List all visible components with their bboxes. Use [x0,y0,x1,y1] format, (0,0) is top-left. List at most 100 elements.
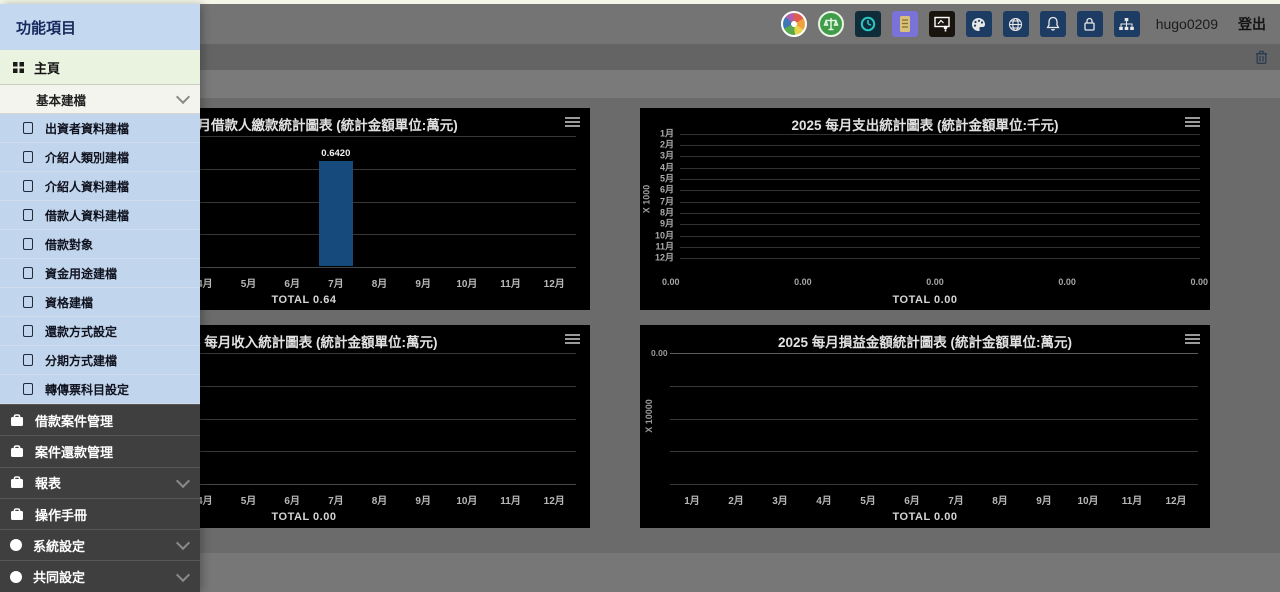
chart-plot: 1月2月3月4月5月6月7月8月9月10月11月12月 [648,128,1202,264]
chart-panel-profit: 2025 每月損益金額統計圖表 (統計金額單位:萬元) 0.00 X 10000… [640,325,1210,528]
checkbox-icon [23,180,33,192]
category-row: 1月 [648,128,1202,139]
x-tick-label: 6月 [890,492,934,507]
globe-icon[interactable] [1003,11,1029,37]
x-tick-label: 0.00 [662,277,680,287]
chart-plot [670,353,1198,484]
briefcase-icon [10,476,24,489]
category-row: 11月 [648,241,1202,252]
gridline [680,156,1200,157]
sidebar-item-8[interactable]: 資格建檔 [0,288,200,317]
y-tick-label: 1月 [648,129,674,138]
chart-menu-icon[interactable] [565,334,580,346]
chart-total: TOTAL 0.00 [640,511,1210,523]
whiteboard-icon[interactable] [929,11,955,37]
chevron-down-icon [176,90,190,104]
gridline [680,236,1200,237]
sidebar-item-9[interactable]: 還款方式設定 [0,317,200,346]
x-tick-label: 8月 [978,492,1022,507]
gridline [670,451,1198,452]
balance-icon[interactable] [818,11,844,37]
category-row: 9月 [648,219,1202,230]
x-tick-label: 9月 [401,492,445,507]
sidebar-item-7[interactable]: 資金用途建檔 [0,259,200,288]
sidebar-item-0[interactable]: 主頁 [0,50,200,85]
x-tick-label: 0.00 [1058,277,1076,287]
x-tick-label: 0.00 [1190,277,1208,287]
circle-icon [10,571,22,583]
sidebar-item-5[interactable]: 借款人資料建檔 [0,201,200,230]
x-tick-label: 7月 [934,492,978,507]
chart-y-tick: 0.00 [651,348,668,358]
x-tick-label: 1月 [670,492,714,507]
sitemap-icon[interactable] [1114,11,1140,37]
briefcase-icon [10,508,24,521]
sidebar-item-17[interactable]: 共同設定 [0,560,200,591]
clock-icon[interactable] [855,11,881,37]
sidebar-item-1[interactable]: 基本建檔 [0,85,200,114]
y-tick-label: 7月 [648,197,674,206]
category-row: 5月 [648,173,1202,184]
x-tick-label: 9月 [401,275,445,290]
sidebar-item-label: 介紹人類別建檔 [45,149,129,166]
sidebar-item-4[interactable]: 介紹人資料建檔 [0,172,200,201]
sidebar-item-13[interactable]: 案件還款管理 [0,435,200,466]
checkbox-icon [23,122,33,134]
chart-menu-icon[interactable] [1185,334,1200,346]
x-tick-label: 5月 [227,275,271,290]
y-tick-label: 9月 [648,220,674,229]
category-row: 6月 [648,185,1202,196]
x-tick-label: 5月 [846,492,890,507]
sidebar-item-label: 轉傳票科目設定 [45,381,129,398]
briefcase-icon [10,445,24,458]
x-tick-label: 0.00 [926,277,944,287]
palette-icon[interactable] [966,11,992,37]
username-label: hugo0209 [1156,16,1218,32]
grid-icon [13,62,24,73]
logout-button[interactable]: 登出 [1238,14,1266,34]
x-tick-label: 12月 [532,492,576,507]
sidebar-item-label: 資格建檔 [45,294,93,311]
sidebar-item-label: 基本建檔 [36,90,86,109]
x-tick-label: 2月 [714,492,758,507]
sidebar-item-label: 主頁 [34,58,60,77]
x-tick-label: 9月 [1022,492,1066,507]
bell-icon[interactable] [1040,11,1066,37]
y-tick-label: 4月 [648,163,674,172]
sidebar-item-10[interactable]: 分期方式建檔 [0,346,200,375]
gridline [670,386,1198,387]
brand-logo-icon[interactable] [781,11,807,37]
chevron-down-icon [176,474,190,488]
x-tick-label: 12月 [1154,492,1198,507]
checkbox-icon [23,296,33,308]
sidebar-item-11[interactable]: 轉傳票科目設定 [0,375,200,404]
sidebar-item-3[interactable]: 介紹人類別建檔 [0,143,200,172]
sidebar-item-14[interactable]: 報表 [0,467,200,498]
x-tick-label: 11月 [1110,492,1154,507]
scroll-icon[interactable] [892,11,918,37]
sidebar-item-6[interactable]: 借款對象 [0,230,200,259]
topbar-icons [781,11,1140,37]
gridline [670,419,1198,420]
sidebar-item-12[interactable]: 借款案件管理 [0,404,200,435]
y-tick-label: 11月 [648,242,674,251]
chart-categories: 1月2月3月4月5月6月7月8月9月10月11月12月 [670,492,1198,507]
gridline [680,213,1200,214]
gridline [680,247,1200,248]
sidebar-item-label: 出資者資料建檔 [45,120,129,137]
chart-title: 2025 每月損益金額統計圖表 (統計金額單位:萬元) [640,331,1210,351]
lock-icon[interactable] [1077,11,1103,37]
sidebar-item-16[interactable]: 系統設定 [0,529,200,560]
y-tick-label: 10月 [648,231,674,240]
y-tick-label: 2月 [648,140,674,149]
sidebar-item-15[interactable]: 操作手冊 [0,498,200,529]
sidebar-item-2[interactable]: 出資者資料建檔 [0,114,200,143]
sidebar-header: 功能項目 [0,4,200,50]
checkbox-icon [23,267,33,279]
trash-icon[interactable] [1255,50,1268,65]
sidebar-item-label: 分期方式建檔 [45,352,117,369]
chart-total: TOTAL 0.00 [640,294,1210,306]
x-tick-label: 5月 [227,492,271,507]
chart-menu-icon[interactable] [565,117,580,129]
x-tick-label: 11月 [489,492,533,507]
